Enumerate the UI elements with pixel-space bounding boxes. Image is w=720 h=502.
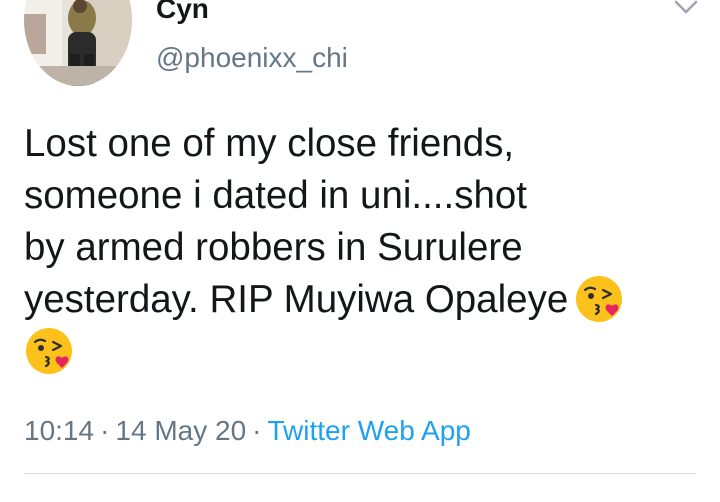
tweet-detail: Cyn @phoenixx_chi Lost one of my close f… xyxy=(0,0,720,502)
tweet-date[interactable]: 14 May 20 xyxy=(115,415,246,446)
tweet-emoji-line xyxy=(24,326,704,378)
tweet-text-line: yesterday. RIP Muyiwa Opaleye xyxy=(24,278,569,321)
tweet-text-line-with-emoji: yesterday. RIP Muyiwa Opaleye xyxy=(24,274,704,326)
face-blowing-kiss-icon xyxy=(576,276,623,322)
display-name[interactable]: Cyn xyxy=(156,0,209,26)
tweet-source-link[interactable]: Twitter Web App xyxy=(267,415,470,446)
tweet-text-line: by armed robbers in Surulere xyxy=(24,226,523,269)
tweet-text-line: Lost one of my close friends, xyxy=(24,122,515,165)
user-handle[interactable]: @phoenixx_chi xyxy=(156,41,348,75)
meta-separator: · xyxy=(100,415,110,446)
face-blowing-kiss-icon xyxy=(26,328,72,374)
divider xyxy=(24,473,696,474)
tweet-meta: 10:14 · 14 May 20 · Twitter Web App xyxy=(24,414,471,448)
meta-separator: · xyxy=(252,415,262,446)
tweet-text-line: someone i dated in uni....shot xyxy=(24,174,527,217)
tweet-text: Lost one of my close friends, someone i … xyxy=(24,118,704,378)
chevron-down-icon[interactable] xyxy=(672,0,700,20)
avatar-photo xyxy=(24,0,132,86)
tweet-time[interactable]: 10:14 xyxy=(24,415,94,446)
avatar[interactable] xyxy=(24,0,132,86)
